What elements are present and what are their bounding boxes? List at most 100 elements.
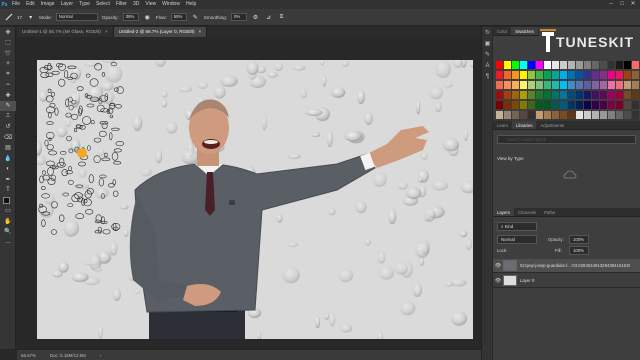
menu-select[interactable]: Select [93, 0, 113, 9]
tab-layers[interactable]: Layers [493, 208, 514, 216]
color-swatch[interactable] [608, 101, 615, 109]
fill-field[interactable]: 100% [569, 246, 589, 255]
color-swatch[interactable] [608, 81, 615, 89]
color-swatch[interactable] [496, 111, 503, 119]
color-swatch[interactable] [504, 91, 511, 99]
color-swatch[interactable] [576, 101, 583, 109]
menu-type[interactable]: Type [76, 0, 93, 9]
zoom-level[interactable]: 66.67% [21, 353, 36, 358]
color-swatch[interactable] [632, 91, 639, 99]
color-swatch[interactable] [576, 111, 583, 119]
color-swatch[interactable] [552, 71, 559, 79]
quick-select-tool-icon[interactable]: ✧ [0, 59, 16, 70]
color-swatch[interactable] [504, 61, 511, 69]
flow-field[interactable]: 55% [170, 13, 187, 21]
crop-tool-icon[interactable]: ⌗ [0, 69, 16, 80]
pressure-opacity-icon[interactable]: ◉ [143, 13, 152, 22]
more-tools-icon[interactable]: … [0, 237, 16, 248]
paragraph-panel-icon[interactable]: ¶ [482, 71, 493, 82]
menu-file[interactable]: File [9, 0, 23, 9]
color-swatch[interactable] [608, 71, 615, 79]
color-swatch[interactable] [560, 91, 567, 99]
color-swatch[interactable] [496, 81, 503, 89]
color-swatch[interactable] [592, 111, 599, 119]
pen-tool-icon[interactable]: ✒ [0, 174, 16, 185]
menu-3d[interactable]: 3D [130, 0, 142, 9]
color-swatch[interactable] [576, 91, 583, 99]
tab-color[interactable]: Color [493, 27, 511, 35]
color-swatch[interactable] [496, 61, 503, 69]
character-panel-icon[interactable]: A [482, 60, 493, 71]
color-swatch[interactable] [496, 91, 503, 99]
color-swatch[interactable] [504, 71, 511, 79]
color-swatch[interactable] [608, 91, 615, 99]
history-brush-tool-icon[interactable]: ↺ [0, 122, 16, 133]
tab-paths[interactable]: Paths [540, 208, 559, 216]
layer-filter-kind[interactable]: ⌕ Kind [497, 222, 537, 231]
angle-icon[interactable]: ⊿ [264, 13, 273, 22]
color-swatch[interactable] [504, 101, 511, 109]
color-swatch[interactable] [608, 61, 615, 69]
color-swatch[interactable] [568, 101, 575, 109]
hand-tool-icon[interactable]: ✋ [0, 216, 16, 227]
layer-name[interactable]: 0zzpep-josep-guardiola-f...-03.028304491… [520, 263, 630, 268]
color-swatch[interactable] [528, 101, 535, 109]
brush-tool-icon[interactable]: ✎ [0, 100, 16, 111]
dodge-tool-icon[interactable]: ◐ [0, 164, 16, 175]
color-swatch[interactable] [520, 101, 527, 109]
color-swatch[interactable] [544, 111, 551, 119]
tab-learn[interactable]: Learn [493, 121, 512, 129]
color-swatch[interactable] [512, 81, 519, 89]
color-swatch[interactable] [552, 101, 559, 109]
color-swatch[interactable] [496, 71, 503, 79]
menu-window[interactable]: Window [159, 0, 183, 9]
gradient-tool-icon[interactable]: ▤ [0, 143, 16, 154]
color-swatch[interactable] [560, 101, 567, 109]
color-swatch[interactable] [560, 111, 567, 119]
move-tool-icon[interactable]: ✥ [0, 27, 16, 38]
color-swatch[interactable] [632, 101, 639, 109]
color-swatch[interactable] [616, 111, 623, 119]
color-swatch[interactable] [536, 61, 543, 69]
layer-row[interactable]: 👁 Layer 0 [493, 274, 640, 288]
color-swatch[interactable] [528, 81, 535, 89]
color-swatch[interactable] [624, 61, 631, 69]
color-swatch[interactable] [536, 91, 543, 99]
library-search-input[interactable]: Search Adobe Stock [497, 135, 636, 144]
color-swatch[interactable] [520, 91, 527, 99]
color-swatch[interactable] [512, 71, 519, 79]
eye-icon[interactable]: 👁 [493, 263, 503, 269]
smoothing-field[interactable]: 0% [231, 13, 247, 21]
color-swatch[interactable] [624, 111, 631, 119]
gear-icon[interactable]: ⚙ [251, 13, 260, 22]
color-swatch[interactable] [536, 71, 543, 79]
menu-edit[interactable]: Edit [23, 0, 38, 9]
foreground-color-swatch[interactable] [3, 197, 10, 204]
clone-stamp-tool-icon[interactable]: ⎍ [0, 111, 16, 122]
color-swatch[interactable] [584, 71, 591, 79]
eraser-tool-icon[interactable]: ⌫ [0, 132, 16, 143]
color-swatch[interactable] [568, 91, 575, 99]
color-swatch[interactable] [592, 61, 599, 69]
color-swatch[interactable] [584, 101, 591, 109]
maximize-icon[interactable]: □ [617, 0, 627, 9]
close-tab-icon[interactable]: × [199, 29, 202, 34]
tab-untitled-1[interactable]: Untitled-1 @ 66.7% (Mr Glass, RGB/8) × [17, 27, 114, 37]
color-swatch[interactable] [576, 71, 583, 79]
opacity-field[interactable]: 38% [122, 13, 139, 21]
menu-filter[interactable]: Filter [113, 0, 130, 9]
color-swatch[interactable] [584, 61, 591, 69]
color-swatch[interactable] [568, 81, 575, 89]
menu-help[interactable]: Help [183, 0, 199, 9]
color-swatch[interactable] [528, 111, 535, 119]
lasso-tool-icon[interactable]: ➰ [0, 48, 16, 59]
tab-adjustments[interactable]: Adjustments [536, 121, 568, 129]
color-swatch[interactable] [624, 81, 631, 89]
color-swatch[interactable] [592, 81, 599, 89]
color-swatch[interactable] [528, 71, 535, 79]
color-swatch[interactable] [624, 101, 631, 109]
properties-panel-icon[interactable]: ▣ [482, 38, 493, 49]
tab-channels[interactable]: Channels [514, 208, 540, 216]
layer-row[interactable]: 👁 0zzpep-josep-guardiola-f...-03.0283044… [493, 259, 640, 273]
status-arrow-icon[interactable]: › [100, 353, 101, 358]
